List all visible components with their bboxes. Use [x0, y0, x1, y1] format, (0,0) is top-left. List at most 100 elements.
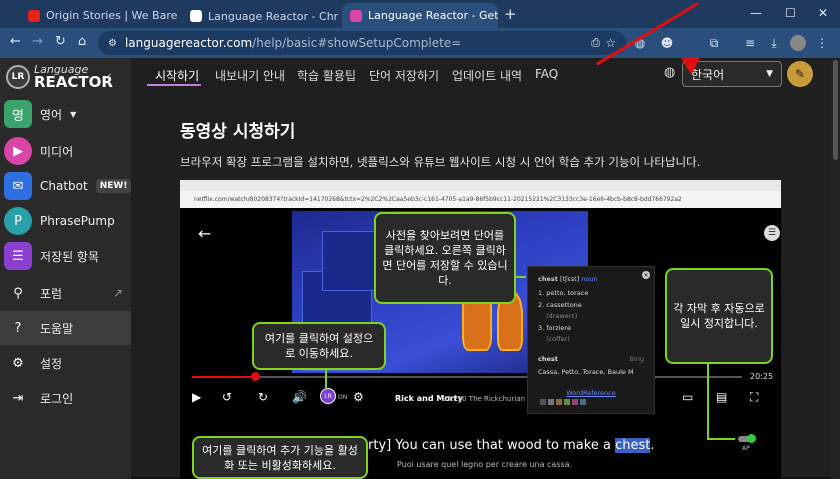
close-icon[interactable]: ✕ [818, 6, 828, 20]
fullscreen-icon[interactable]: ⛶ [750, 390, 758, 405]
address-bar[interactable]: ⚙ languagereactor.com/help/basic#showSet… [98, 31, 626, 55]
url-host: languagereactor.com [124, 36, 253, 50]
incognito-icon[interactable]: ☻ [659, 35, 675, 51]
connector-line [514, 276, 526, 278]
episode-subtitle: S3:E10 The Rickchurian M [442, 395, 534, 403]
sidebar-item-language[interactable]: 영 영어 ▼ [0, 97, 131, 131]
home-icon[interactable]: ⌂ [78, 34, 86, 49]
caret-down-icon: ▼ [766, 69, 773, 79]
subtitle-highlighted-word[interactable]: chest [615, 438, 651, 453]
download-icon[interactable]: ⤓ [766, 35, 782, 51]
minimize-icon[interactable]: — [750, 6, 762, 20]
tab-tips[interactable]: 학습 활용팁 [297, 67, 356, 84]
profile-avatar[interactable] [790, 35, 806, 51]
forward-icon[interactable]: → [32, 34, 43, 49]
bookmark-star-icon[interactable]: ☆ [605, 36, 616, 50]
volume-icon[interactable]: 🔊 [292, 390, 307, 404]
tab-getting-started[interactable]: 시작하기 [155, 67, 199, 84]
dict-translations: Cassa, Petto, Torace, Baule M [538, 367, 634, 376]
reading-list-icon[interactable]: ≡ [742, 35, 758, 51]
app-logo[interactable]: LR Language REACTOR [6, 64, 113, 90]
tab-export[interactable]: 내보내기 안내 [215, 67, 285, 84]
wordreference-link[interactable]: WordReference [538, 389, 644, 397]
sidebar-item-label: 포럼 [40, 286, 63, 301]
login-icon: ⇥ [12, 390, 24, 406]
chat-icon: ✉ [4, 172, 32, 200]
subtitles-icon[interactable]: ▤ [716, 390, 727, 404]
phrasepump-icon: P [4, 207, 32, 235]
play-icon[interactable]: ▶ [192, 390, 201, 404]
tab-updates[interactable]: 업데이트 내역 [452, 67, 522, 84]
scrollbar-thumb[interactable] [833, 60, 838, 160]
swatch[interactable] [564, 399, 570, 405]
active-tab-underline [147, 84, 201, 86]
section-heading: 동영상 시청하기 [180, 122, 296, 142]
swatch[interactable] [540, 399, 546, 405]
dict-word-2: chest [538, 354, 558, 363]
back-icon[interactable]: ← [10, 34, 21, 49]
progress-knob[interactable] [251, 372, 260, 381]
dict-pos: noun [581, 275, 598, 283]
install-app-icon[interactable]: ⎙ [591, 36, 600, 50]
browser-tab-3[interactable]: Language Reactor - Get Starte ✕ [342, 3, 498, 28]
subtitle-line[interactable]: rty] You can use that wood to make a che… [368, 438, 654, 453]
swatch[interactable] [580, 399, 586, 405]
chrome-webstore-favicon-icon [190, 9, 202, 22]
tab-saving-words[interactable]: 단어 저장하기 [369, 67, 439, 84]
settings-gear-icon[interactable]: ⚙ [353, 390, 364, 404]
browser-tab-2[interactable]: Language Reactor - Chrome 웹 ✕ [182, 3, 338, 28]
sidebar-item-media[interactable]: ▶ 미디어 [0, 134, 131, 168]
menu-icon[interactable]: ☰ [764, 225, 780, 241]
embedded-address-bar: netflix.com/watch/80208374?trackId=14170… [180, 191, 781, 208]
dict-def-note: (drawers) [546, 312, 578, 320]
lr-favicon-icon [350, 9, 362, 22]
next-episode-icon[interactable]: ▭ [682, 390, 693, 404]
menu-kebab-icon[interactable]: ⋮ [814, 35, 830, 51]
plus-icon[interactable]: + [504, 5, 517, 23]
youtube-favicon-icon [28, 9, 40, 22]
external-link-icon: ↗ [112, 286, 123, 300]
autopause-knob[interactable] [747, 434, 756, 443]
caret-down-icon: ▼ [70, 109, 77, 119]
dict-word: chest [538, 275, 558, 283]
sidebar-item-label: 미디어 [40, 144, 74, 159]
dictionary-popup: ✕ chest [tʃɛst] noun 1. petto, torace 2.… [527, 266, 655, 414]
sidebar-item-saved[interactable]: ☰ 저장된 항목 [0, 239, 131, 273]
user-avatar[interactable]: ✎ [787, 61, 813, 87]
sidebar-item-label: 도움말 [40, 321, 74, 336]
sidebar-item-settings[interactable]: ⚙ 설정 [0, 346, 131, 380]
swatch[interactable] [572, 399, 578, 405]
sidebar-item-label: Chatbot [40, 179, 88, 193]
browser-tab-1[interactable]: Origin Stories | We Bare Bears ✕ [20, 3, 178, 28]
dict-def: 1. petto, torace [538, 289, 589, 297]
reload-icon[interactable]: ↻ [55, 34, 66, 49]
gear-icon: ⚙ [12, 355, 24, 371]
lr-toggle-icon[interactable]: LR [320, 388, 336, 404]
tab-faq[interactable]: FAQ [535, 67, 558, 81]
extensions-puzzle-icon[interactable]: ⧉ [706, 35, 722, 51]
swatch[interactable] [556, 399, 562, 405]
time-remaining: 20:25 [750, 372, 774, 381]
sidebar-item-login[interactable]: ⇥ 로그인 [0, 381, 131, 415]
maximize-icon[interactable]: ☐ [785, 6, 796, 20]
sidebar-item-help[interactable]: ? 도움말 [0, 311, 131, 345]
sidebar-item-phrasepump[interactable]: P PhrasePump [0, 204, 131, 238]
close-icon[interactable]: ✕ [642, 271, 650, 279]
highlight-swatches[interactable] [540, 399, 586, 405]
browser-toolbar: ← → ↻ ⌂ ⚙ languagereactor.com/help/basic… [0, 28, 840, 79]
subtitle-translation: Puoi usare quel legno per creare una cas… [397, 460, 573, 469]
subtitle-prefix[interactable]: rty] You can use that wood to make a [368, 438, 611, 453]
site-info-icon[interactable]: ⚙ [108, 38, 117, 49]
progress-track[interactable] [192, 376, 742, 378]
sidebar-item-label: 설정 [40, 356, 63, 371]
collapse-sidebar-icon[interactable]: ‹ [107, 69, 112, 84]
swatch[interactable] [548, 399, 554, 405]
back-arrow-icon[interactable]: ← [198, 224, 211, 243]
forward-10-icon[interactable]: ↻ [258, 390, 268, 404]
sidebar-item-chatbot[interactable]: ✉ Chatbot NEW! [0, 169, 132, 203]
rewind-10-icon[interactable]: ↺ [222, 390, 232, 404]
embedded-tab-strip [180, 180, 781, 191]
sidebar-item-forum[interactable]: ⚲ 포럼 ↗ [0, 276, 131, 310]
callout-autopause: 각 자막 후 자동으로 일시 정지합니다. [665, 268, 773, 364]
progress-fill [192, 376, 256, 378]
